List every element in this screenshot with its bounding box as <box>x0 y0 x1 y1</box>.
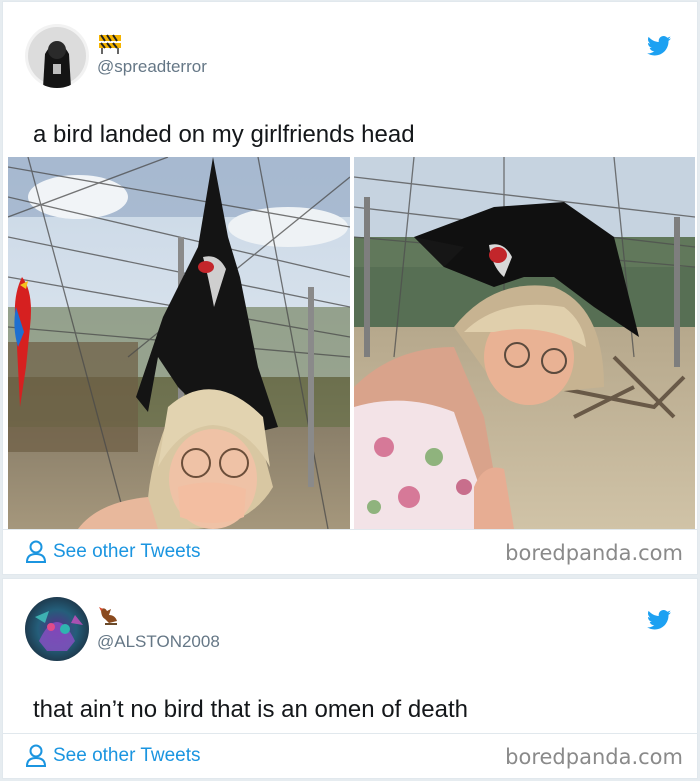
avatar[interactable] <box>25 24 89 88</box>
tweet-photo[interactable] <box>8 157 350 529</box>
person-icon <box>25 540 47 564</box>
tweet-card: @spreadterror a bird landed on my girlfr… <box>2 1 698 575</box>
source-watermark: boredpanda.com <box>505 541 683 565</box>
see-other-tweets-label: See other Tweets <box>53 745 201 766</box>
twitter-bird-icon[interactable] <box>647 36 671 56</box>
tweet-footer: See other Tweets boredpanda.com <box>3 733 697 779</box>
twitter-bird-icon[interactable] <box>647 610 671 630</box>
tweet-card: @ALSTON2008 that ain’t no bird that is a… <box>2 578 698 779</box>
see-other-tweets-label: See other Tweets <box>53 541 201 562</box>
tweet-footer: See other Tweets boredpanda.com <box>3 529 697 575</box>
avatar[interactable] <box>25 597 89 661</box>
user-handle[interactable]: @ALSTON2008 <box>97 632 220 652</box>
bird-sitting-icon <box>97 605 123 627</box>
see-other-tweets-link[interactable]: See other Tweets <box>25 744 201 768</box>
tweet-text: that ain’t no bird that is an omen of de… <box>33 696 468 723</box>
barricade-icon <box>97 32 123 54</box>
tweet-photo[interactable] <box>354 157 695 529</box>
source-watermark: boredpanda.com <box>505 745 683 769</box>
tweet-text: a bird landed on my girlfriends head <box>33 121 415 148</box>
see-other-tweets-link[interactable]: See other Tweets <box>25 540 201 564</box>
user-handle[interactable]: @spreadterror <box>97 57 207 77</box>
person-icon <box>25 744 47 768</box>
